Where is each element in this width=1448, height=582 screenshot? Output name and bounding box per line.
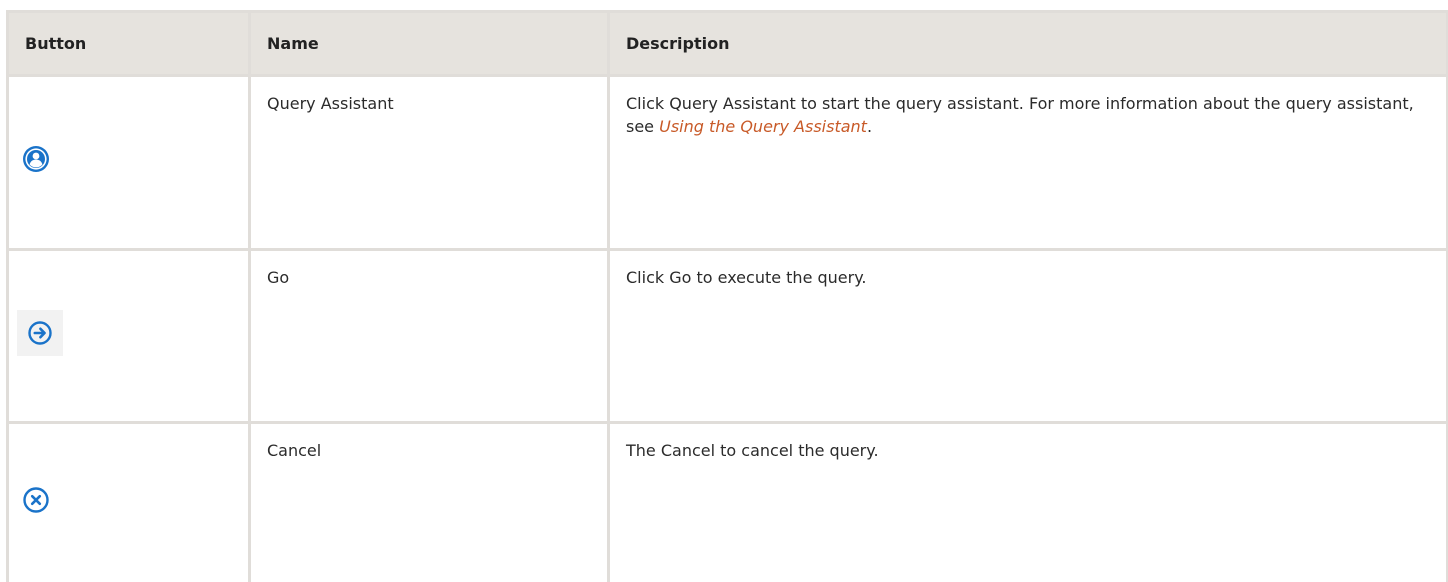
header-description: Description: [607, 10, 1448, 77]
buttons-table: Button Name Description Query Assistant …: [6, 10, 1448, 582]
table-header-row: Button Name Description: [6, 10, 1448, 77]
table-row: Query Assistant Click Query Assistant to…: [6, 74, 1448, 251]
header-button: Button: [6, 10, 251, 77]
using-query-assistant-link[interactable]: Using the Query Assistant: [659, 117, 867, 136]
description-text-end: .: [866, 117, 873, 136]
button-cell: [6, 74, 251, 251]
table-row: Cancel The Cancel to cancel the query.: [6, 421, 1448, 582]
description-cell: Click Query Assistant to start the query…: [607, 74, 1448, 251]
table-row: Go Click Go to execute the query.: [6, 247, 1448, 425]
description-cell: The Cancel to cancel the query.: [607, 421, 1448, 582]
arrow-right-circle-icon[interactable]: [17, 309, 63, 356]
close-circle-icon[interactable]: [22, 486, 50, 514]
name-cell: Go: [248, 247, 610, 425]
button-cell: [6, 247, 251, 425]
name-cell: Query Assistant: [248, 74, 610, 251]
name-cell: Cancel: [248, 421, 610, 582]
user-circle-icon[interactable]: [22, 145, 50, 173]
description-cell: Click Go to execute the query.: [607, 247, 1448, 425]
button-cell: [6, 421, 251, 582]
header-name: Name: [248, 10, 610, 77]
